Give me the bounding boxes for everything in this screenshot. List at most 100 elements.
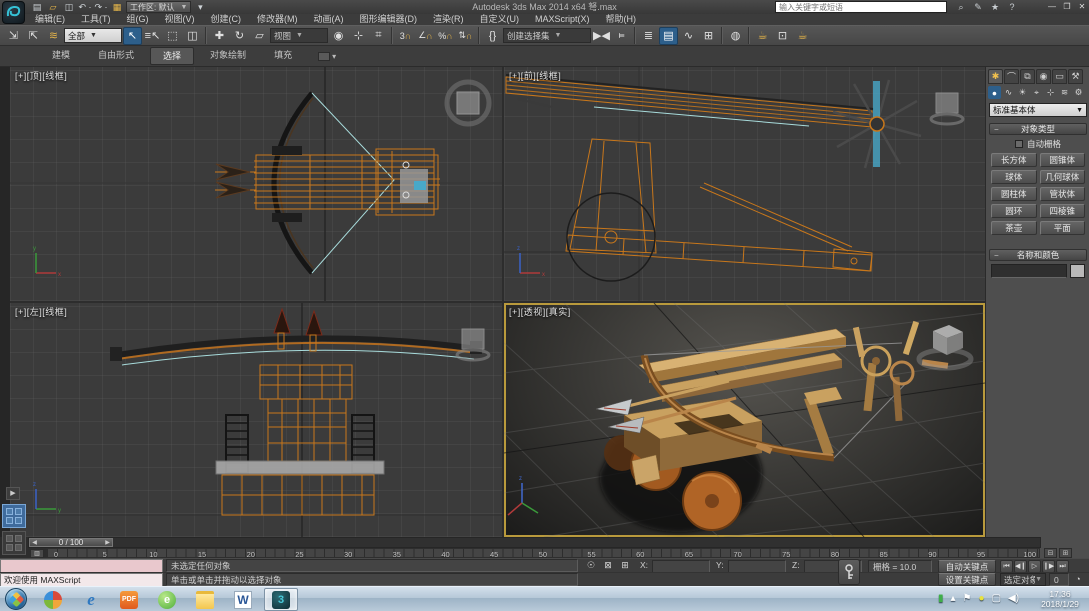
primitive-button[interactable]: 平面 <box>1040 221 1086 235</box>
taskbar-app-explorer[interactable] <box>188 588 222 611</box>
track-bar-mode-icon[interactable]: ▥ <box>30 549 44 558</box>
menu-item[interactable]: 自定义(U) <box>473 14 527 25</box>
taskbar-app-green-browser[interactable]: e <box>150 588 184 611</box>
primitive-button[interactable]: 茶壶 <box>991 221 1037 235</box>
render-production-icon[interactable]: ☕ <box>793 27 812 45</box>
primitive-button[interactable]: 圆环 <box>991 204 1037 218</box>
taskbar-app-pdf[interactable]: PDF <box>112 588 146 611</box>
left-view-canvas[interactable]: y z <box>10 303 502 537</box>
selection-filter-combo[interactable]: 全部 ▼ <box>64 28 122 43</box>
menu-item[interactable]: 视图(V) <box>158 14 202 25</box>
open-file-icon[interactable]: ▱ <box>46 1 60 13</box>
taskbar-clock[interactable]: 17:36 2018/1/29 <box>1034 589 1086 609</box>
menu-item[interactable]: 工具(T) <box>74 14 118 25</box>
viewport-tab-arrow[interactable]: ▶ <box>6 487 20 500</box>
object-color-swatch[interactable] <box>1070 264 1085 278</box>
primitive-button[interactable]: 几何球体 <box>1040 170 1086 184</box>
mirror-icon[interactable]: ▶◀ <box>592 27 611 45</box>
track-bar-ruler[interactable]: 0510152025303540455055606570758085909510… <box>46 548 1040 558</box>
ribbon-tab[interactable]: 建模 <box>40 47 82 65</box>
search-input[interactable] <box>776 2 946 12</box>
space-warps-icon[interactable]: ≋ <box>1058 86 1071 99</box>
hierarchy-tab-icon[interactable]: ⧉ <box>1020 69 1035 84</box>
project-folder-icon[interactable]: ▦ <box>110 1 124 13</box>
named-selection-sets-combo[interactable]: 创建选择集 ▼ <box>503 28 591 43</box>
helpers-icon[interactable]: ⊹ <box>1044 86 1057 99</box>
name-color-rollout-header[interactable]: − 名称和颜色 <box>989 249 1087 261</box>
isolate-selection-icon[interactable]: ☉ <box>584 559 598 572</box>
manage-layers-icon[interactable]: ≣ <box>639 27 658 45</box>
search-icon[interactable]: ⌕ <box>955 1 967 13</box>
edit-named-selection-sets-icon[interactable]: {} <box>483 27 502 45</box>
select-and-rotate-icon[interactable]: ↻ <box>230 27 249 45</box>
menu-item[interactable]: 编辑(E) <box>28 14 72 25</box>
viewport-perspective[interactable]: [+][透视][真实] <box>504 303 985 537</box>
select-and-link-icon[interactable]: ⇲ <box>4 27 23 45</box>
geometry-icon[interactable]: ● <box>988 86 1001 99</box>
rectangular-selection-region-icon[interactable]: ⬚ <box>163 27 182 45</box>
action-center-flag-icon[interactable]: ⚑ <box>963 590 972 608</box>
select-and-move-icon[interactable]: ✚ <box>210 27 229 45</box>
save-file-icon[interactable]: ◫ <box>62 1 76 13</box>
minimize-button[interactable]: — <box>1046 1 1058 12</box>
menu-item[interactable]: 修改器(M) <box>250 14 305 25</box>
start-button[interactable] <box>5 588 27 610</box>
3dsmax-logo[interactable] <box>2 1 25 24</box>
set-key-button[interactable]: 设置关键点 <box>938 573 996 586</box>
keyboard-override-icon[interactable]: ⌗ <box>369 27 388 45</box>
show-hidden-icons-arrow[interactable]: ▴ <box>951 590 956 608</box>
modify-tab-icon[interactable]: ⌒ <box>1004 69 1019 84</box>
viewport-left[interactable]: [+][左][线框] <box>10 303 502 537</box>
front-view-canvas[interactable]: x z <box>504 67 985 301</box>
window-crossing-icon[interactable]: ◫ <box>183 27 202 45</box>
time-slider-track[interactable]: ◀ 0 / 100 ▶ <box>28 537 1041 548</box>
use-pivot-center-icon[interactable]: ◉ <box>329 27 348 45</box>
ribbon-tab[interactable]: 自由形式 <box>86 47 146 65</box>
align-icon[interactable]: ⫢ <box>612 27 631 45</box>
object-type-rollout-header[interactable]: − 对象类型 <box>989 123 1087 135</box>
taskbar-app-ie[interactable]: e <box>74 588 108 611</box>
top-view-canvas[interactable]: x y <box>10 67 502 301</box>
percent-snap-icon[interactable]: %∩ <box>436 27 455 45</box>
ribbon-tab[interactable]: 对象绘制 <box>198 47 258 65</box>
network-icon[interactable]: ▢ <box>992 590 1001 608</box>
menu-item[interactable]: 组(G) <box>120 14 156 25</box>
ribbon-collapse-button[interactable]: ▾ <box>318 52 336 61</box>
maxscript-mini-listener[interactable]: 欢迎使用 MAXScript <box>0 573 163 587</box>
curve-editor-icon[interactable]: ∿ <box>679 27 698 45</box>
communication-center-icon[interactable]: ✎ <box>972 1 984 13</box>
next-frame-arrow[interactable]: ▶ <box>103 539 112 546</box>
viewport-front-label[interactable]: [+][前][线框] <box>509 69 561 82</box>
search-box[interactable] <box>775 1 947 13</box>
taskbar-app-3dsmax[interactable]: 3 <box>264 588 298 611</box>
viewport-front[interactable]: [+][前][线框] <box>504 67 985 301</box>
rendered-frame-window-icon[interactable]: ⊡ <box>773 27 792 45</box>
perspective-view-canvas[interactable]: z <box>504 303 985 537</box>
new-scene-icon[interactable]: ▤ <box>30 1 44 13</box>
object-name-field[interactable] <box>991 264 1067 278</box>
menu-item[interactable]: 帮助(H) <box>599 14 644 25</box>
motion-tab-icon[interactable]: ◉ <box>1036 69 1051 84</box>
viewport-left-label[interactable]: [+][左][线框] <box>15 305 67 318</box>
select-and-manipulate-icon[interactable]: ⊹ <box>349 27 368 45</box>
viewport-layout-tab-active[interactable] <box>2 504 26 528</box>
angle-snap-icon[interactable]: ∠∩ <box>416 27 435 45</box>
selection-lock-icon[interactable]: ⊠ <box>601 559 615 572</box>
select-by-name-icon[interactable]: ≡↖ <box>143 27 162 45</box>
menu-item[interactable]: 渲染(R) <box>426 14 471 25</box>
favorites-star-icon[interactable]: ★ <box>989 1 1001 13</box>
select-object-icon[interactable]: ↖ <box>123 27 142 45</box>
undo-icon[interactable]: ↶ · <box>78 1 92 13</box>
absolute-offset-toggle-icon[interactable]: ⊞ <box>618 559 632 572</box>
menu-item[interactable]: 图形编辑器(D) <box>353 14 425 25</box>
open-mini-curve-editor-icon[interactable]: ⊟ <box>1044 548 1057 558</box>
lights-icon[interactable]: ☀ <box>1016 86 1029 99</box>
set-keys-big-button[interactable] <box>838 559 860 585</box>
primitive-button[interactable]: 圆柱体 <box>991 187 1037 201</box>
time-configuration-icon[interactable]: ◔ <box>1071 573 1085 586</box>
primitive-category-combo[interactable]: 标准基本体 ▼ <box>989 103 1087 117</box>
reference-coordinate-combo[interactable]: 视图 ▼ <box>270 28 328 43</box>
primitive-button[interactable]: 管状体 <box>1040 187 1086 201</box>
restore-button[interactable]: ❐ <box>1061 1 1073 12</box>
time-slider-handle[interactable]: ◀ 0 / 100 ▶ <box>29 538 113 547</box>
